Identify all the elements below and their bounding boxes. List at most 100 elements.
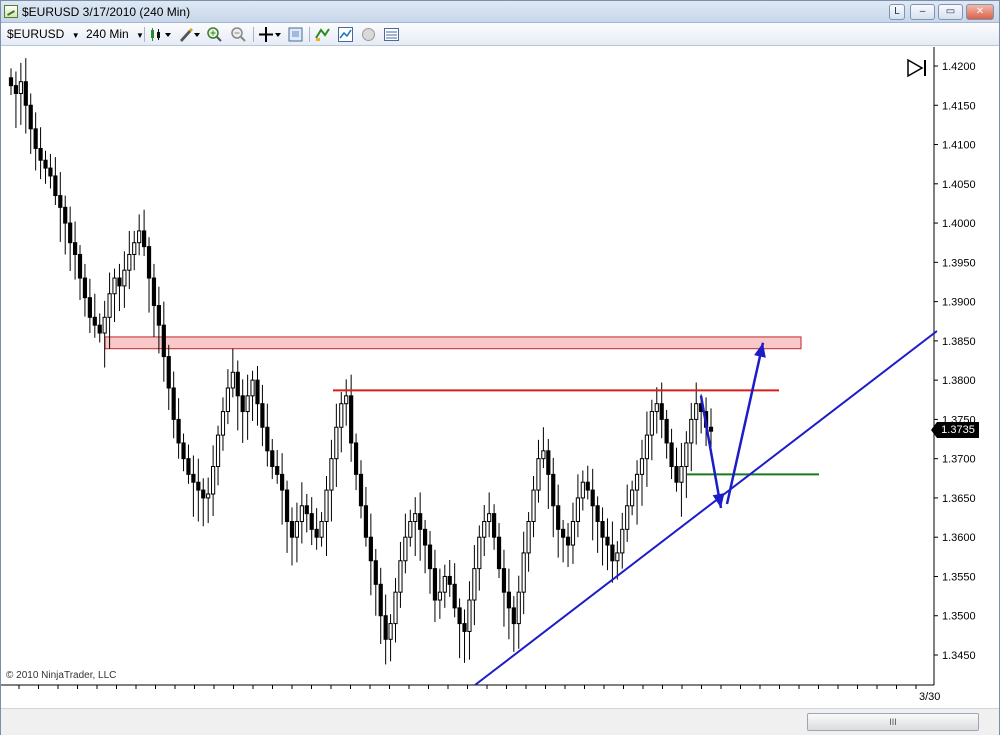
candle-body (137, 230, 142, 244)
candle-body (427, 544, 433, 570)
candle-body (82, 277, 88, 299)
candle-body (353, 442, 359, 475)
candle-body (383, 615, 388, 640)
price-label: 1.4000 (942, 218, 976, 230)
minimize-button[interactable]: – (910, 4, 935, 20)
price-label: 1.3600 (942, 532, 976, 544)
candle-body (368, 536, 373, 562)
title-bar[interactable]: $EURUSD 3/17/2010 (240 Min) L – ▭ ✕ (1, 1, 999, 23)
data-box-icon[interactable] (383, 26, 400, 43)
price-label: 1.3550 (942, 571, 976, 583)
candle-body (462, 623, 467, 632)
candle-body (255, 379, 260, 405)
candle-body (388, 623, 393, 640)
zoom-out-icon[interactable] (230, 26, 247, 43)
candle-body (191, 473, 196, 483)
candle-body (58, 195, 63, 208)
candle-body (595, 505, 600, 522)
candle-body (694, 403, 699, 420)
candle-body (496, 536, 502, 570)
candle-body (171, 387, 176, 420)
price-label: 1.3650 (942, 493, 976, 505)
candle-body (447, 575, 452, 585)
price-label: 1.3800 (942, 375, 976, 387)
price-label: 1.3450 (942, 650, 976, 662)
candle-body (68, 222, 73, 244)
candle-body (329, 458, 334, 491)
instrument-selector[interactable]: $EURUSD ▼ (7, 26, 80, 43)
candle-body (43, 159, 48, 169)
candle-body (575, 497, 581, 522)
candle-body (186, 458, 191, 475)
pencil-draw-icon[interactable] (177, 26, 201, 43)
chart-window: $EURUSD 3/17/2010 (240 Min) L – ▭ ✕ $EUR… (0, 0, 1000, 735)
candle-body (358, 473, 364, 507)
indicators-icon[interactable] (337, 26, 354, 43)
candle-body (467, 599, 472, 632)
scrollbar-thumb[interactable]: III (807, 713, 979, 731)
candle-body (625, 505, 630, 530)
candlestick-chart[interactable]: 1.4200 1.4150 1.4100 1.4050 1.4000 1.3950 1.39… (1, 47, 999, 707)
status-circle-icon[interactable] (360, 26, 377, 43)
candle-body (211, 466, 216, 495)
price-chart[interactable]: 1.4200 1.4150 1.4100 1.4050 1.4000 1.3950 1.39… (1, 47, 999, 707)
candle-body (250, 379, 255, 397)
last-price-marker: 1.3735 (931, 422, 979, 438)
price-label: 1.4200 (942, 61, 976, 73)
properties-icon[interactable] (287, 26, 304, 43)
candle-body (600, 520, 605, 538)
candle-body (556, 505, 561, 530)
candle-body (141, 230, 147, 248)
candle-body (146, 246, 152, 279)
close-button[interactable]: ✕ (966, 4, 994, 20)
candle-body (166, 356, 171, 389)
candle-body (344, 395, 349, 405)
candle-body (53, 175, 58, 197)
price-label: 1.4150 (942, 100, 976, 112)
candle-body (452, 583, 457, 609)
candle-body (161, 324, 166, 358)
candle-body (18, 81, 23, 94)
candle-body (77, 253, 83, 279)
candle-body (501, 568, 507, 593)
crosshair-icon[interactable] (258, 26, 282, 43)
horizontal-scrollbar[interactable]: III (1, 708, 999, 735)
maximize-button[interactable]: ▭ (938, 4, 963, 20)
candle-body (334, 426, 339, 460)
candle-body (215, 434, 221, 468)
candlestick-style-icon[interactable] (149, 26, 173, 43)
candle-body (181, 442, 186, 460)
interval-selector[interactable]: 240 Min ▼ (86, 26, 144, 43)
candle-body (491, 513, 497, 538)
candle-body (112, 277, 117, 295)
candle-body (314, 528, 319, 538)
candle-body (457, 607, 462, 625)
candle-body (472, 568, 477, 601)
candle-body (590, 489, 595, 507)
strategy-icon[interactable] (314, 26, 331, 43)
date-label: 3/30 (919, 691, 940, 703)
candle-body (708, 426, 714, 432)
candle-body (432, 568, 438, 601)
candle-body (8, 77, 14, 87)
candle-body (245, 395, 250, 413)
candle-body (634, 473, 640, 491)
scroll-to-end-icon[interactable] (905, 57, 929, 79)
price-label: 1.3500 (942, 611, 976, 623)
candle-body (132, 242, 137, 255)
candle-body (679, 466, 684, 483)
candle-body (225, 387, 231, 413)
candle-body (201, 489, 206, 499)
candle-body (92, 316, 97, 326)
candle-body (605, 536, 610, 546)
candle-body (289, 520, 295, 538)
candle-body (63, 206, 68, 224)
candle-body (398, 560, 403, 593)
chevron-down-icon: ▼ (136, 31, 144, 40)
candle-body (319, 520, 324, 538)
candle-body (265, 426, 270, 452)
candle-body (270, 450, 275, 468)
pin-button[interactable]: L (889, 4, 905, 20)
zoom-in-icon[interactable] (206, 26, 223, 43)
candle-body (33, 128, 38, 149)
